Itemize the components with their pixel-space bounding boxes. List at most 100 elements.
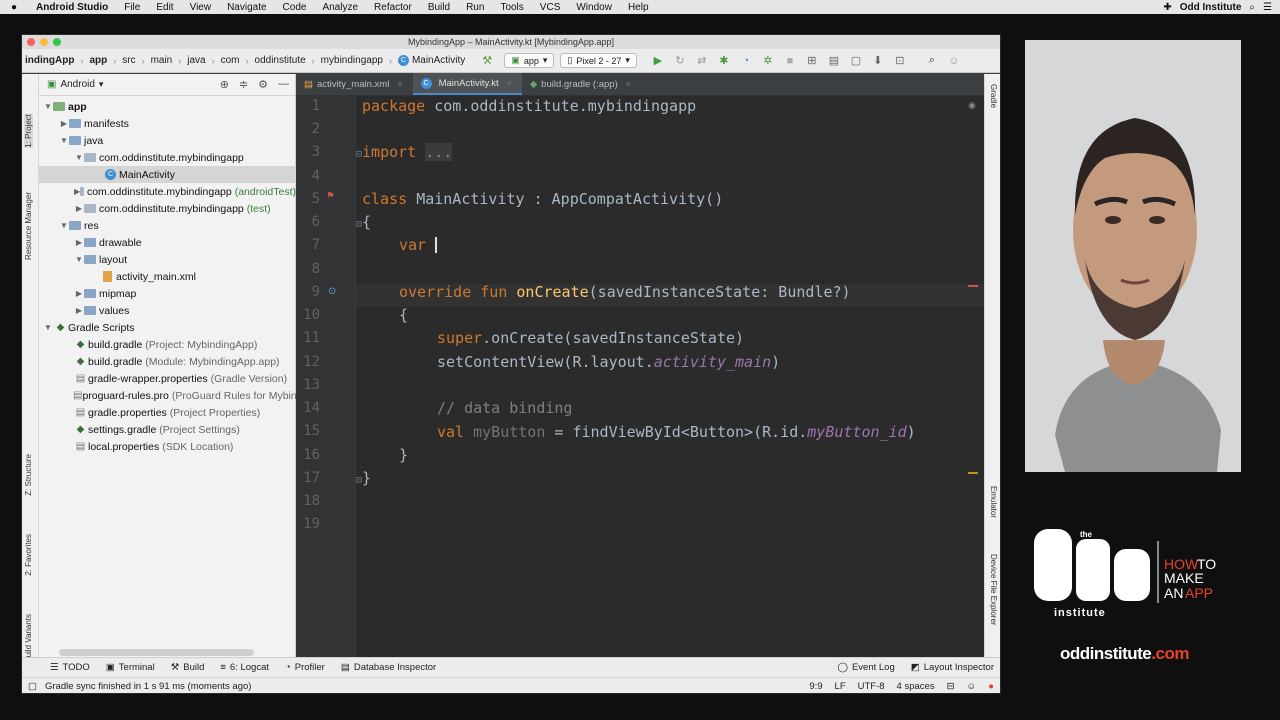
warning-stripe-marker[interactable] [968, 472, 978, 474]
stop-icon[interactable]: ■ [779, 55, 801, 67]
error-stripe-marker[interactable] [968, 285, 978, 287]
tab-gradle[interactable]: Gradle [989, 84, 998, 108]
apple-icon[interactable]: ● [0, 2, 28, 13]
tool-database-inspector[interactable]: ▤ Database Inspector [333, 662, 444, 673]
expand-arrow-icon[interactable]: ▼ [43, 102, 53, 111]
menu-tools[interactable]: Tools [492, 2, 531, 13]
breadcrumb-mainactivity[interactable]: C MainActivity [395, 55, 468, 66]
tree-item-layout[interactable]: ▼ layout [39, 251, 296, 268]
menu-build[interactable]: Build [420, 2, 458, 13]
tab-project[interactable]: 1: Project [24, 114, 33, 148]
sync-project-icon[interactable]: ⊞ [801, 54, 823, 67]
hide-panel-icon[interactable]: — [278, 78, 289, 91]
tab-structure[interactable]: Z: Structure [24, 454, 33, 496]
menu-navigate[interactable]: Navigate [219, 2, 274, 13]
inspector-icon[interactable]: ☺ [967, 681, 977, 692]
tool-profiler[interactable]: ◔ Profiler [277, 662, 333, 673]
tree-item-res[interactable]: ▼ res [39, 217, 296, 234]
error-icon[interactable]: ● [988, 681, 994, 692]
lock-icon[interactable]: ⊟ [947, 681, 955, 692]
collapse-icon[interactable]: ≑ [239, 78, 248, 91]
tool-build[interactable]: ⚒ Build [163, 662, 213, 673]
breadcrumb-oddinstitute[interactable]: oddinstitute [252, 55, 309, 66]
code-line-12[interactable]: { [399, 306, 408, 324]
menu-view[interactable]: View [182, 2, 220, 13]
tree-item-activity-main-xml[interactable]: activity_main.xml [39, 268, 296, 285]
tree-item-gradle-scripts[interactable]: ▼ ◆ Gradle Scripts [39, 319, 296, 336]
status-message[interactable]: Gradle sync finished in 1 s 91 ms (momen… [45, 681, 251, 692]
run-icon[interactable]: ▶ [647, 54, 669, 67]
caret-position[interactable]: 9:9 [809, 681, 822, 692]
tab-activity-main-xml[interactable]: ▤ activity_main.xml × [296, 73, 413, 95]
search-icon[interactable]: ⌕ [921, 54, 943, 67]
tab-device-file-explorer[interactable]: Device File Explorer [989, 554, 998, 626]
gear-icon[interactable]: ⚙ [258, 78, 268, 91]
close-icon[interactable]: × [507, 78, 512, 88]
tree-item-values[interactable]: ▶ values [39, 302, 296, 319]
tab-build-gradle-app[interactable]: ◆ build.gradle (:app) × [522, 73, 641, 95]
ide-user-icon[interactable]: ☺ [943, 55, 965, 67]
tree-item-gradle-wrapper[interactable]: ▤ gradle-wrapper.properties (Gradle Versio… [39, 370, 296, 387]
breadcrumb-src[interactable]: src [119, 55, 138, 66]
hammer-build-icon[interactable]: ⚒ [476, 54, 498, 67]
menu-analyze[interactable]: Analyze [314, 2, 366, 13]
expand-arrow-icon[interactable]: ▶ [59, 119, 69, 128]
close-icon[interactable]: × [397, 79, 402, 89]
expand-arrow-icon[interactable]: ▼ [43, 323, 53, 332]
menu-app-name[interactable]: Android Studio [28, 2, 116, 13]
run-config-select[interactable]: ▣ app ▾ [504, 53, 555, 68]
debug-icon[interactable]: ✱ [713, 54, 735, 67]
locate-icon[interactable]: ⊕ [220, 78, 229, 91]
breadcrumb-main[interactable]: main [148, 55, 176, 66]
tree-item-gradle-properties[interactable]: ▤ gradle.properties (Project Properties) [39, 404, 296, 421]
layout-inspector-icon[interactable]: ⊡ [889, 54, 911, 67]
indent-setting[interactable]: 4 spaces [897, 681, 935, 692]
expand-arrow-icon[interactable]: ▶ [74, 289, 84, 298]
expand-arrow-icon[interactable]: ▼ [59, 136, 69, 145]
expand-arrow-icon[interactable]: ▼ [74, 153, 84, 162]
code-line-18[interactable]: } [399, 446, 408, 464]
breadcrumb-mybindingapp[interactable]: mybindingapp [318, 55, 386, 66]
file-encoding[interactable]: UTF-8 [858, 681, 885, 692]
tool-layout-inspector[interactable]: ◩ Layout Inspector [903, 662, 1000, 673]
code-line-19[interactable]: ⊟} [356, 469, 371, 487]
tab-mainactivity-kt[interactable]: C MainActivity.kt × [412, 73, 522, 95]
menubar-user-label[interactable]: Odd Institute [1180, 2, 1242, 13]
override-gutter-icon[interactable]: ⊙ [328, 286, 336, 297]
code-line-7[interactable]: class MainActivity : AppCompatActivity() [362, 190, 723, 208]
user-icon[interactable]: ✚ [1163, 2, 1171, 13]
panel-toggle-icon[interactable]: ▢ [28, 681, 37, 692]
run-class-gutter-icon[interactable]: ⚑ [326, 191, 335, 202]
breadcrumb-project[interactable]: indingApp [22, 55, 77, 66]
avd-manager-icon[interactable]: ▢ [845, 54, 867, 67]
apply-code-changes-icon[interactable]: ⇄ [691, 54, 713, 67]
menu-vcs[interactable]: VCS [532, 2, 569, 13]
import-fold-placeholder[interactable]: ... [425, 143, 453, 161]
tree-item-mainactivity[interactable]: C MainActivity [39, 166, 296, 183]
tab-build-variants[interactable]: Build Variants [24, 614, 33, 663]
control-center-icon[interactable]: ☰ [1263, 2, 1272, 13]
close-icon[interactable]: × [626, 79, 631, 89]
expand-arrow-icon[interactable]: ▶ [74, 306, 84, 315]
tree-item-app[interactable]: ▼ app [39, 98, 296, 115]
tree-item-proguard[interactable]: ▤ proguard-rules.pro (ProGuard Rules for M… [39, 387, 296, 404]
view-mode-select[interactable]: Android [60, 79, 94, 90]
tool-logcat[interactable]: ≡ 6: Logcat [212, 662, 277, 673]
sdk-manager-icon[interactable]: ⬇ [867, 54, 889, 67]
spotlight-icon[interactable]: ⌕ [1249, 2, 1255, 13]
tree-item-package-test[interactable]: ▶ com.oddinstitute.mybindingapp (test) [39, 200, 296, 217]
tree-item-mipmap[interactable]: ▶ mipmap [39, 285, 296, 302]
tree-item-java[interactable]: ▼ java [39, 132, 296, 149]
chevron-down-icon[interactable]: ▾ [99, 79, 104, 90]
attach-debugger-icon[interactable]: ✲ [757, 54, 779, 67]
profile-icon[interactable]: ◔ [735, 55, 757, 67]
expand-arrow-icon[interactable]: ▼ [74, 255, 84, 264]
code-line-8[interactable]: ⊟{ [356, 213, 371, 231]
breadcrumb-java[interactable]: java [184, 55, 208, 66]
code-line-14[interactable]: setContentView(R.layout.activity_main) [437, 353, 780, 371]
menu-help[interactable]: Help [620, 2, 657, 13]
menu-code[interactable]: Code [275, 2, 315, 13]
tab-favorites[interactable]: 2: Favorites [24, 534, 33, 576]
tree-item-package-androidtest[interactable]: ▶ com.oddinstitute.mybindingapp (androidTe… [39, 183, 296, 200]
tab-emulator[interactable]: Emulator [989, 486, 998, 518]
